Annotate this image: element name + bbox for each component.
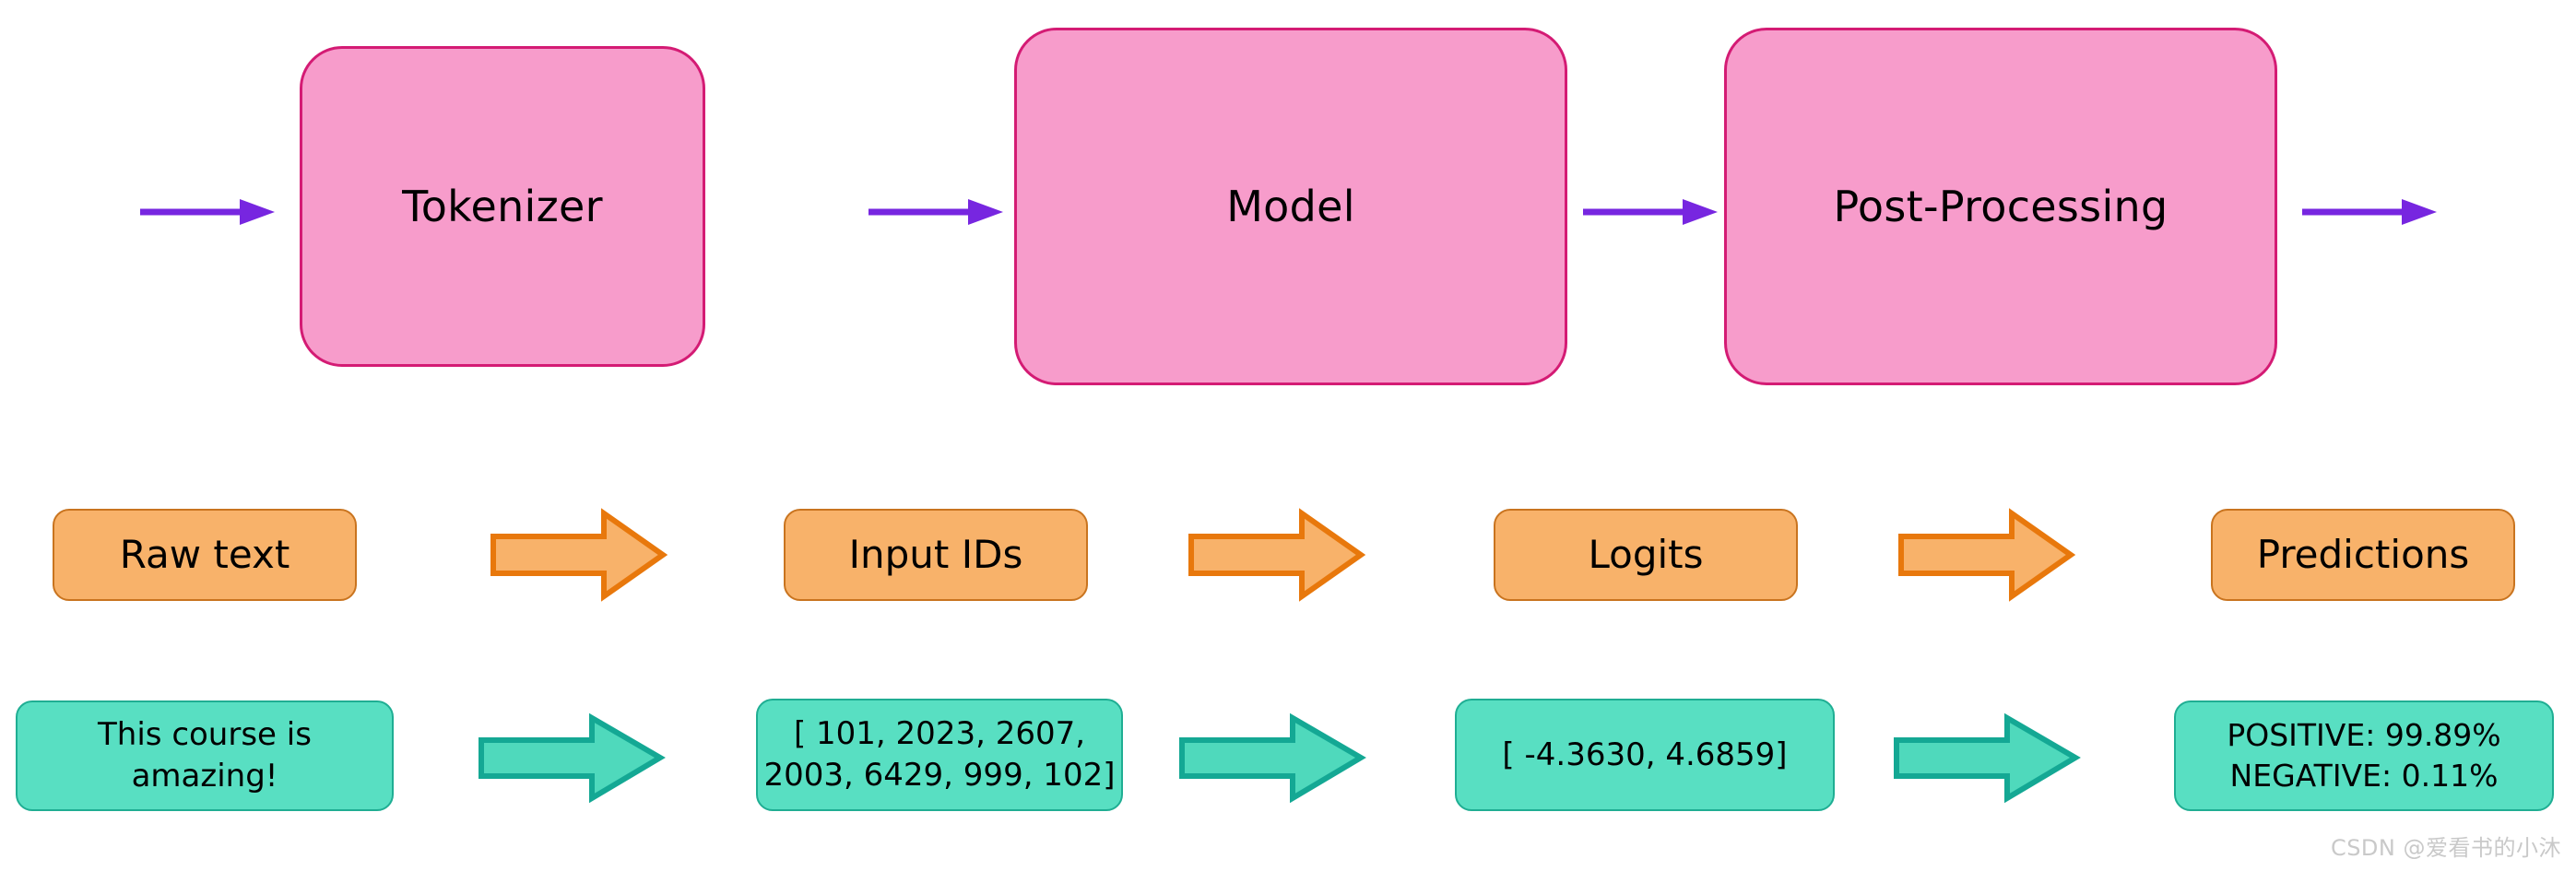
value-line-predictions-2: NEGATIVE: 0.11% bbox=[2229, 758, 2499, 794]
label-text-logits: Logits bbox=[1588, 532, 1704, 577]
value-box-predictions[interactable]: POSITIVE: 99.89% NEGATIVE: 0.11% bbox=[2174, 700, 2554, 811]
arrow-out-of-postprocessing bbox=[2300, 195, 2439, 229]
block-arrow-text-to-ids bbox=[479, 712, 666, 804]
arrow-model-to-postprocessing bbox=[1581, 195, 1719, 229]
block-arrow-logitvalues-to-scores bbox=[1894, 712, 2081, 804]
watermark-text: CSDN @爱看书的小沐 bbox=[2330, 835, 2561, 861]
label-box-predictions[interactable]: Predictions bbox=[2211, 509, 2515, 601]
stage-label-post-processing: Post-Processing bbox=[1833, 182, 2168, 231]
stage-label-model: Model bbox=[1226, 182, 1355, 231]
stage-box-model[interactable]: Model bbox=[1014, 28, 1567, 385]
arrow-into-tokenizer bbox=[138, 195, 277, 229]
stage-box-tokenizer[interactable]: Tokenizer bbox=[300, 46, 705, 367]
stage-label-tokenizer: Tokenizer bbox=[402, 182, 603, 231]
value-line-input-ids-1: [ 101, 2023, 2607, bbox=[793, 715, 1086, 753]
block-arrow-rawtext-to-inputids bbox=[490, 508, 668, 602]
block-arrow-logits-to-predictions bbox=[1898, 508, 2076, 602]
value-line-input-ids-2: 2003, 6429, 999, 102] bbox=[763, 757, 1116, 794]
value-line-raw-text-1: This course is bbox=[98, 716, 312, 754]
value-box-raw-text[interactable]: This course is amazing! bbox=[16, 700, 394, 811]
diagram-canvas: Tokenizer Model Post-Processing Raw text bbox=[0, 0, 2576, 871]
label-box-logits[interactable]: Logits bbox=[1494, 509, 1798, 601]
value-box-logits[interactable]: [ -4.3630, 4.6859] bbox=[1455, 699, 1835, 811]
label-box-input-ids[interactable]: Input IDs bbox=[784, 509, 1088, 601]
value-box-input-ids[interactable]: [ 101, 2023, 2607, 2003, 6429, 999, 102] bbox=[756, 699, 1123, 811]
value-line-predictions-1: POSITIVE: 99.89% bbox=[2227, 717, 2501, 754]
label-text-raw-text: Raw text bbox=[119, 532, 290, 577]
block-arrow-ids-to-logitvalues bbox=[1179, 712, 1366, 804]
label-text-predictions: Predictions bbox=[2256, 532, 2470, 577]
stage-box-post-processing[interactable]: Post-Processing bbox=[1724, 28, 2277, 385]
value-line-logits-1: [ -4.3630, 4.6859] bbox=[1502, 736, 1788, 773]
label-text-input-ids: Input IDs bbox=[848, 532, 1023, 577]
arrow-tokenizer-to-model bbox=[867, 195, 1005, 229]
value-line-raw-text-2: amazing! bbox=[131, 758, 278, 794]
block-arrow-inputids-to-logits bbox=[1188, 508, 1366, 602]
label-box-raw-text[interactable]: Raw text bbox=[53, 509, 357, 601]
